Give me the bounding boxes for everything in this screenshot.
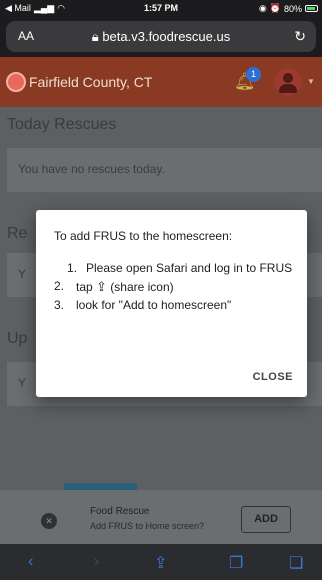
banner-subtitle: Add FRUS to Home screen?	[90, 521, 205, 531]
browser-toolbar: ‹ › ⇪ ❐ ❏	[0, 544, 322, 580]
today-rescues-card: You have no rescues today.	[7, 148, 322, 192]
share-icon: ⇪	[96, 279, 107, 294]
battery-percent: 80%	[283, 3, 302, 14]
notification-badge: 1	[246, 67, 261, 82]
lock-icon: 🔒︎	[91, 29, 99, 44]
ios-status-bar: ◀ Mail ▂▄▆ ◠ 1:57 PM ◉ ⏰ 80%	[0, 0, 322, 17]
section-2-card-text: Y	[18, 267, 27, 281]
add-to-homescreen-dialog: To add FRUS to the homescreen: 1. Please…	[36, 210, 307, 397]
instruction-step-2: 2. tap ⇪ (share icon)	[54, 279, 294, 295]
instruction-step-3: 3. look for "Add to homescreen"	[54, 298, 294, 313]
today-empty-text: You have no rescues today.	[18, 162, 165, 176]
instruction-step-1: 1. Please open Safari and log in to FRUS	[54, 261, 294, 276]
browser-address-bar: AA 🔒︎ beta.v3.foodrescue.us ↻	[0, 17, 322, 57]
section-3-card-text: Y	[18, 376, 27, 390]
banner-title: Food Rescue	[90, 506, 150, 517]
app-header: Fairfield County, CT 🔔︎ 1 ▼	[0, 57, 322, 107]
share-icon[interactable]: ⇪	[154, 553, 167, 573]
back-arrow-icon[interactable]: ‹	[28, 553, 33, 571]
step-number: 3.	[54, 298, 65, 312]
reload-icon[interactable]: ↻	[294, 28, 306, 45]
step-text: Please open Safari and log in to FRUS	[86, 261, 293, 275]
chevron-down-icon[interactable]: ▼	[307, 77, 315, 86]
section-2-title: Re	[7, 225, 28, 242]
location-icon: ◉	[258, 3, 267, 13]
region-name: Fairfield County, CT	[29, 74, 153, 90]
add-button[interactable]: ADD	[241, 506, 291, 533]
section-3-title: Up	[7, 330, 28, 347]
url-text: 🔒︎ beta.v3.foodrescue.us	[6, 29, 316, 45]
step-text: tap	[76, 280, 93, 294]
today-rescues-title: Today Rescues	[7, 116, 117, 133]
banner-close-icon[interactable]: ✕	[41, 513, 57, 529]
close-button[interactable]: CLOSE	[253, 371, 293, 383]
url-field[interactable]: AA 🔒︎ beta.v3.foodrescue.us ↻	[6, 21, 316, 52]
forward-arrow-icon[interactable]: ›	[94, 553, 99, 571]
food-rescue-logo-icon[interactable]	[6, 72, 26, 92]
bookmarks-icon[interactable]: ❐	[229, 553, 243, 573]
tabs-icon[interactable]: ❏	[289, 553, 303, 573]
step-number: 2.	[54, 279, 65, 293]
dialog-title: To add FRUS to the homescreen:	[54, 229, 233, 243]
battery-icon	[305, 5, 318, 12]
url-domain: beta.v3.foodrescue.us	[102, 29, 231, 44]
step-text-suffix: (share icon)	[110, 280, 174, 294]
alarm-icon: ⏰	[269, 3, 281, 13]
user-avatar-button[interactable]	[274, 68, 302, 96]
instruction-list: 1. Please open Safari and log in to FRUS…	[54, 261, 294, 316]
step-text: look for "Add to homescreen"	[76, 298, 232, 312]
banner-tab	[64, 483, 137, 490]
step-number: 1.	[67, 261, 78, 275]
